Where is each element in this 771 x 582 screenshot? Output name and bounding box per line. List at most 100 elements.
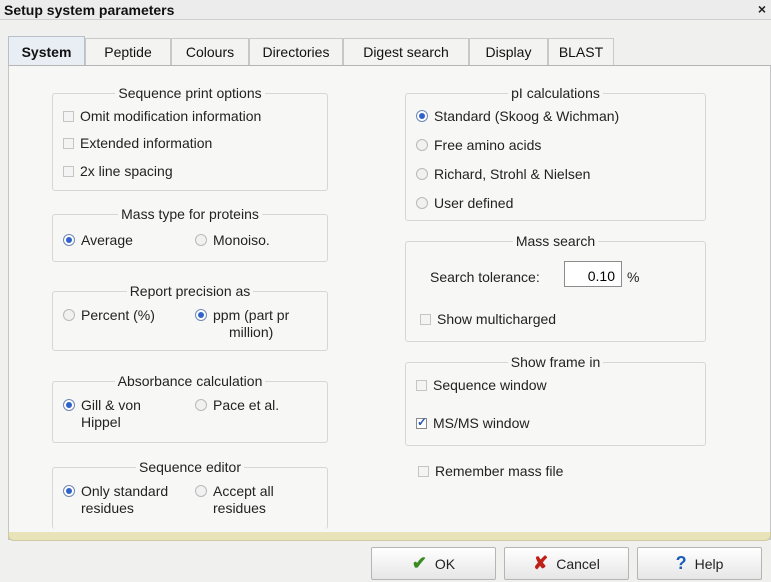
msms-window-checkbox[interactable]: MS/MS window [416,415,529,432]
checkbox-label: Show multicharged [437,311,557,327]
radio-button[interactable] [63,234,75,246]
group-title: Sequence print options [115,85,265,101]
radio-label: Monoiso. [213,232,270,248]
checkbox-box[interactable] [63,111,74,122]
mass-type-group: Mass type for proteins Average Monoiso. [52,206,328,262]
help-button[interactable]: ? Help [637,547,762,580]
checkbox-box[interactable] [63,138,74,149]
radio-button[interactable] [195,399,207,411]
pi-standard-radio[interactable]: Standard (Skoog & Wichman) [416,108,619,125]
tab-label: BLAST [558,44,604,60]
cancel-button-label: Cancel [556,555,600,572]
radio-label-line: Only standard [81,483,169,499]
tab-label: Colours [185,44,235,60]
checkbox-box[interactable] [418,466,429,477]
tab-label: Peptide [104,44,152,60]
radio-label: Gill & von Hippel [81,397,141,431]
radio-label: Free amino acids [434,137,542,153]
precision-percent-radio[interactable]: Percent (%) [63,307,155,324]
only-standard-residues-radio[interactable]: Only standard residues [63,483,168,517]
radio-label-line: ppm (part pr [213,307,290,323]
radio-button[interactable] [195,234,207,246]
checkbox-box[interactable] [63,166,74,177]
radio-label-line: Accept all [213,483,274,499]
search-tolerance-input[interactable] [564,261,622,287]
radio-button[interactable] [416,197,428,209]
line-spacing-checkbox[interactable]: 2x line spacing [63,163,173,180]
cross-icon: ✘ [533,553,549,573]
group-title: Show frame in [507,354,604,370]
report-precision-group: Report precision as Percent (%) ppm (par… [52,283,328,351]
radio-label-line: Gill & von [81,397,141,413]
radio-label: Average [81,232,133,248]
radio-label: Standard (Skoog & Wichman) [434,108,620,124]
cancel-button[interactable]: ✘ Cancel [504,547,629,580]
tab-colours[interactable]: Colours [171,38,249,66]
mass-monoiso-radio[interactable]: Monoiso. [195,232,270,249]
radio-label-line: residues [81,500,134,516]
ok-button[interactable]: ✔ OK [371,547,496,580]
radio-label: Richard, Strohl & Nielsen [434,166,591,182]
help-button-label: Help [694,555,724,572]
tab-directories[interactable]: Directories [249,38,343,66]
precision-ppm-radio[interactable]: ppm (part pr million) [195,307,289,341]
group-title: Mass type for proteins [118,206,262,222]
radio-label: ppm (part pr million) [213,307,289,341]
accept-all-residues-radio[interactable]: Accept all residues [195,483,274,517]
group-title: Absorbance calculation [114,373,266,389]
radio-button[interactable] [416,139,428,151]
group-title: Mass search [512,233,599,249]
checkbox-label: Omit modification information [80,108,262,124]
close-icon[interactable]: × [758,1,766,17]
radio-label: Percent (%) [81,307,155,323]
panel-bottom-edge [8,532,771,541]
tab-peptide[interactable]: Peptide [85,38,171,66]
sequence-print-options-group: Sequence print options Omit modification… [52,85,328,191]
group-title: Report precision as [126,283,254,299]
tab-display[interactable]: Display [469,38,548,66]
search-tolerance-label: Search tolerance: [430,269,540,285]
radio-label: Only standard residues [81,483,168,517]
pi-user-defined-radio[interactable]: User defined [416,195,513,212]
checkmark-icon: ✔ [411,553,427,573]
mass-search-group: Mass search Search tolerance: % Show mul… [405,233,706,342]
gill-von-hippel-radio[interactable]: Gill & von Hippel [63,397,141,431]
tab-label: Digest search [363,44,449,60]
radio-button[interactable] [416,110,428,122]
radio-label-line: million) [228,324,274,340]
remember-mass-file-checkbox[interactable]: Remember mass file [418,463,563,480]
radio-label: User defined [434,195,514,211]
radio-button[interactable] [63,399,75,411]
radio-label: Accept all residues [213,483,274,517]
show-multicharged-checkbox[interactable]: Show multicharged [420,311,556,328]
group-title: pI calculations [508,85,603,101]
radio-button[interactable] [416,168,428,180]
pi-calculations-group: pI calculations Standard (Skoog & Wichma… [405,85,706,221]
sequence-editor-group: Sequence editor Only standard residues A… [52,459,328,529]
checkbox-box[interactable] [416,380,427,391]
checkbox-box[interactable] [416,415,427,429]
tab-label: Directories [262,44,330,60]
show-frame-group: Show frame in Sequence window MS/MS wind… [405,354,706,446]
radio-label-line: residues [213,500,266,516]
extended-information-checkbox[interactable]: Extended information [63,135,212,152]
pi-free-amino-acids-radio[interactable]: Free amino acids [416,137,541,154]
tab-system[interactable]: System [8,36,85,66]
radio-button[interactable] [63,309,75,321]
tab-digest-search[interactable]: Digest search [343,38,469,66]
checkbox-box[interactable] [420,314,431,325]
omit-modification-checkbox[interactable]: Omit modification information [63,108,261,125]
tab-blast[interactable]: BLAST [548,38,614,66]
radio-label-line: Hippel [81,414,121,430]
tab-label: Display [485,44,532,60]
pace-et-al-radio[interactable]: Pace et al. [195,397,279,414]
radio-label: Pace et al. [213,397,280,413]
radio-button[interactable] [195,485,207,497]
sequence-window-checkbox[interactable]: Sequence window [416,377,547,394]
pi-richard-strohl-nielsen-radio[interactable]: Richard, Strohl & Nielsen [416,166,590,183]
radio-button[interactable] [195,309,207,321]
checkbox-label: Extended information [80,135,213,151]
radio-button[interactable] [63,485,75,497]
mass-average-radio[interactable]: Average [63,232,133,249]
group-title: Sequence editor [136,459,244,475]
